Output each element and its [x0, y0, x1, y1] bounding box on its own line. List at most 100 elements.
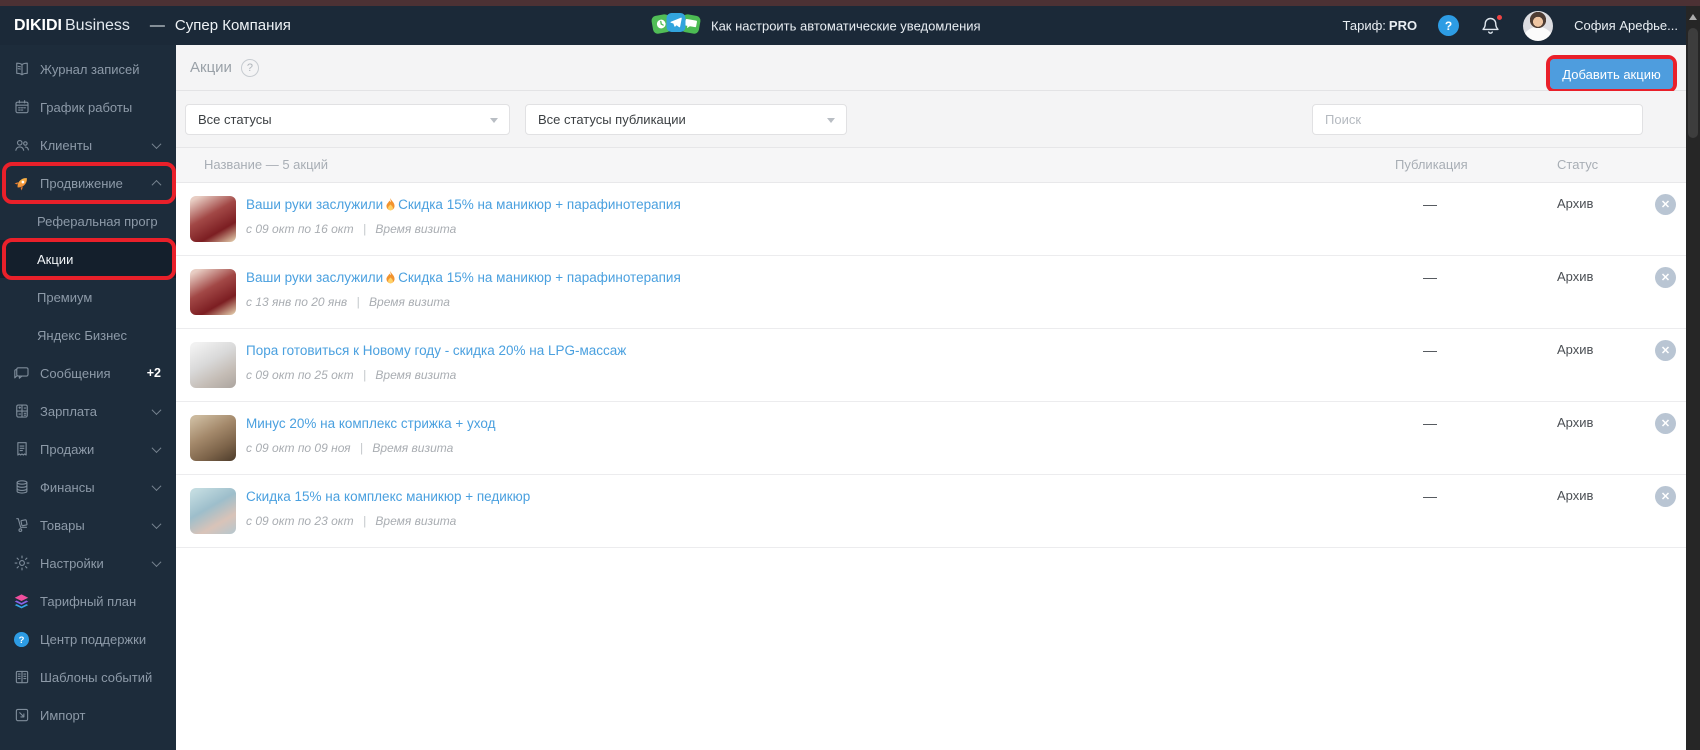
sidebar-item-messages[interactable]: Сообщения +2: [0, 354, 176, 392]
promo-subtitle: с 13 янв по 20 янв | Время визита: [246, 295, 450, 309]
close-button[interactable]: ✕: [1655, 340, 1676, 361]
sidebar-item-label: Яндекс Бизнес: [37, 327, 127, 343]
sidebar-item-label: Продажи: [40, 441, 95, 457]
promo-status: Архив: [1557, 269, 1594, 284]
sidebar-item-label: Премиум: [37, 289, 93, 305]
promo-status: Архив: [1557, 342, 1594, 357]
sidebar-item-label: Зарплата: [40, 403, 97, 419]
status-filter-select[interactable]: Все статусы: [185, 104, 510, 135]
scrollbar-up-arrow-icon[interactable]: [1689, 14, 1697, 20]
logo-divider: —: [149, 17, 165, 34]
promo-visit-type: Время визита: [375, 222, 457, 236]
sales-icon: [12, 440, 31, 459]
promo-title-link[interactable]: Ваши руки заслужили Скидка 15% на маникю…: [246, 197, 681, 212]
sidebar-item-salary[interactable]: Зарплата: [0, 392, 176, 430]
promo-dates: с 09 окт по 25 окт: [246, 368, 354, 382]
promo-row[interactable]: Ваши руки заслужили Скидка 15% на маникю…: [176, 183, 1686, 256]
sidebar-item-promotion[interactable]: Продвижение: [0, 162, 176, 204]
promo-status: Архив: [1557, 415, 1594, 430]
close-button[interactable]: ✕: [1655, 194, 1676, 215]
sidebar-item-tariff-plan[interactable]: Тарифный план: [0, 582, 176, 620]
sidebar-item-label: Сообщения: [40, 365, 111, 381]
promo-title-link[interactable]: Минус 20% на комплекс стрижка + уход: [246, 416, 495, 431]
notifications-bell-icon[interactable]: [1480, 12, 1505, 37]
promo-dates: с 09 окт по 23 окт: [246, 514, 354, 528]
publication-filter-select[interactable]: Все статусы публикации: [525, 104, 847, 135]
sidebar: Журнал записей График работы Клиенты Про…: [0, 45, 176, 750]
sidebar-item-referral[interactable]: Реферальная прогр: [0, 202, 176, 240]
topbar-right: Тариф: PRO ? София Арефье...: [1343, 6, 1678, 45]
highlight-box-add-button: Добавить акцию: [1546, 55, 1677, 93]
sidebar-item-label: График работы: [40, 99, 133, 115]
sidebar-item-label: Журнал записей: [40, 61, 140, 77]
tariff-value: PRO: [1388, 18, 1418, 33]
sidebar-item-yandex[interactable]: Яндекс Бизнес: [0, 316, 176, 354]
topbar: DIKIDI Business — Супер Компания Как настр…: [0, 6, 1700, 45]
sidebar-item-settings[interactable]: Настройки: [0, 544, 176, 582]
page-help-icon[interactable]: ?: [240, 58, 259, 77]
manicure-paraffin-thumbnail: [190, 269, 236, 315]
name-column-header: Название — 5 акций: [204, 157, 329, 172]
lpg-massage-thumbnail: [190, 342, 236, 388]
promo-row[interactable]: Пора готовиться к Новому году - скидка 2…: [176, 329, 1686, 402]
search-input[interactable]: [1312, 104, 1643, 135]
sidebar-item-journal[interactable]: Журнал записей: [0, 50, 176, 88]
promo-row[interactable]: Скидка 15% на комплекс маникюр + педикюр…: [176, 475, 1686, 548]
app-logo[interactable]: DIKIDI Business: [14, 17, 130, 35]
chevron-down-icon: [151, 404, 162, 415]
company-name: — Супер Компания: [149, 17, 291, 34]
user-avatar[interactable]: [1523, 10, 1554, 41]
page-scrollbar[interactable]: [1686, 6, 1700, 750]
promo-status: Архив: [1557, 488, 1594, 503]
journal-icon: [12, 60, 31, 79]
sidebar-item-import[interactable]: Импорт: [0, 696, 176, 734]
promo-visit-type: Время визита: [375, 514, 457, 528]
svg-text:?: ?: [19, 634, 25, 645]
sidebar-item-templates[interactable]: Шаблоны событий: [0, 658, 176, 696]
fire-emoji-icon: [384, 197, 397, 212]
filter-bar: Все статусы Все статусы публикации: [176, 91, 1686, 148]
sidebar-item-label: Финансы: [40, 479, 95, 495]
messenger-icons: [651, 12, 701, 38]
promo-title-link[interactable]: Ваши руки заслужили Скидка 15% на маникю…: [246, 270, 681, 285]
promo-dates: с 09 окт по 16 окт: [246, 222, 354, 236]
sidebar-item-goods[interactable]: Товары: [0, 506, 176, 544]
sidebar-item-support[interactable]: ? Центр поддержки: [0, 620, 176, 658]
manicure-paraffin-thumbnail: [190, 196, 236, 242]
support-icon: ?: [12, 630, 31, 649]
promo-list: Ваши руки заслужили Скидка 15% на маникю…: [176, 183, 1686, 548]
promo-publication: —: [1423, 488, 1437, 504]
sidebar-item-finance[interactable]: Финансы: [0, 468, 176, 506]
logo-primary: DIKIDI: [14, 16, 62, 34]
promo-row[interactable]: Минус 20% на комплекс стрижка + уход с 0…: [176, 402, 1686, 475]
table-header: Название — 5 акций Публикация Статус: [176, 148, 1686, 183]
sidebar-item-premium[interactable]: Премиум: [0, 278, 176, 316]
chevron-down-icon: [151, 480, 162, 491]
promo-visit-type: Время визита: [375, 368, 457, 382]
help-button[interactable]: ?: [1438, 15, 1460, 36]
promo-title-link[interactable]: Скидка 15% на комплекс маникюр + педикюр: [246, 489, 530, 504]
scrollbar-thumb[interactable]: [1688, 28, 1698, 138]
notifications-promo-link[interactable]: Как настроить автоматические уведомления: [651, 12, 981, 38]
promo-visit-type: Время визита: [372, 441, 454, 455]
sidebar-item-schedule[interactable]: График работы: [0, 88, 176, 126]
close-button[interactable]: ✕: [1655, 413, 1676, 434]
rocket-icon: [12, 174, 31, 193]
sidebar-item-promos[interactable]: Акции: [0, 238, 176, 280]
chevron-down-icon: [490, 118, 498, 123]
promo-title-link[interactable]: Пора готовиться к Новому году - скидка 2…: [246, 343, 626, 358]
status-filter-value: Все статусы: [198, 112, 272, 127]
add-promo-button[interactable]: Добавить акцию: [1550, 59, 1673, 89]
sidebar-item-clients[interactable]: Клиенты: [0, 126, 176, 164]
salary-icon: [12, 402, 31, 421]
close-button[interactable]: ✕: [1655, 486, 1676, 507]
page-header: Акции ? Добавить акцию: [176, 45, 1686, 93]
user-name[interactable]: София Арефье...: [1574, 18, 1678, 33]
sidebar-item-label: Реферальная прогр: [37, 213, 158, 229]
promo-subtitle: с 09 окт по 16 окт | Время визита: [246, 222, 457, 236]
promo-row[interactable]: Ваши руки заслужили Скидка 15% на маникю…: [176, 256, 1686, 329]
sidebar-item-sales[interactable]: Продажи: [0, 430, 176, 468]
goods-icon: [12, 516, 31, 535]
close-button[interactable]: ✕: [1655, 267, 1676, 288]
promo-publication: —: [1423, 342, 1437, 358]
